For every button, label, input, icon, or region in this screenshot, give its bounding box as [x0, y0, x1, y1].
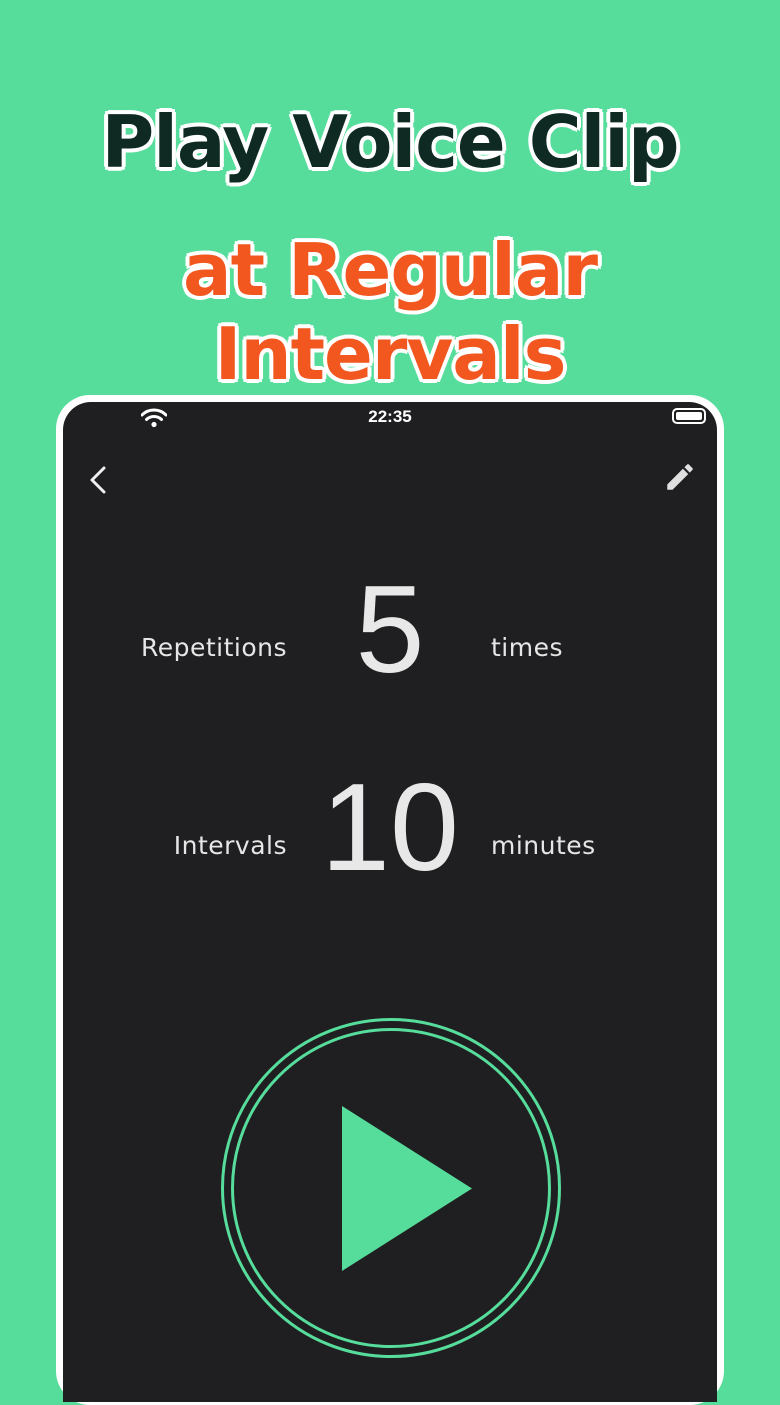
headline-line-1: Play Voice Clip: [101, 100, 679, 184]
back-chevron-icon[interactable]: [85, 460, 111, 500]
status-bar: 22:35: [63, 402, 717, 438]
play-icon: [342, 1106, 472, 1271]
intervals-unit: minutes: [491, 831, 596, 860]
intervals-row: Intervals 10 minutes: [63, 750, 717, 890]
repetitions-label: Repetitions: [140, 633, 287, 662]
intervals-label: Intervals: [173, 831, 287, 860]
edit-pencil-icon[interactable]: [663, 460, 697, 494]
repetitions-row: Repetitions 5 times: [63, 552, 717, 692]
repetitions-value: 5: [355, 561, 425, 699]
repetitions-unit: times: [491, 633, 564, 662]
nav-bar: [63, 452, 717, 512]
status-time: 22:35: [368, 407, 412, 426]
headline-line-2: at Regular Intervals: [183, 228, 598, 396]
play-button[interactable]: [221, 1018, 561, 1358]
intervals-value: 10: [321, 759, 459, 897]
app-screen: 22:35 Repetitions 5 times Intervals 10 m…: [63, 402, 717, 1402]
battery-icon: [672, 408, 706, 424]
